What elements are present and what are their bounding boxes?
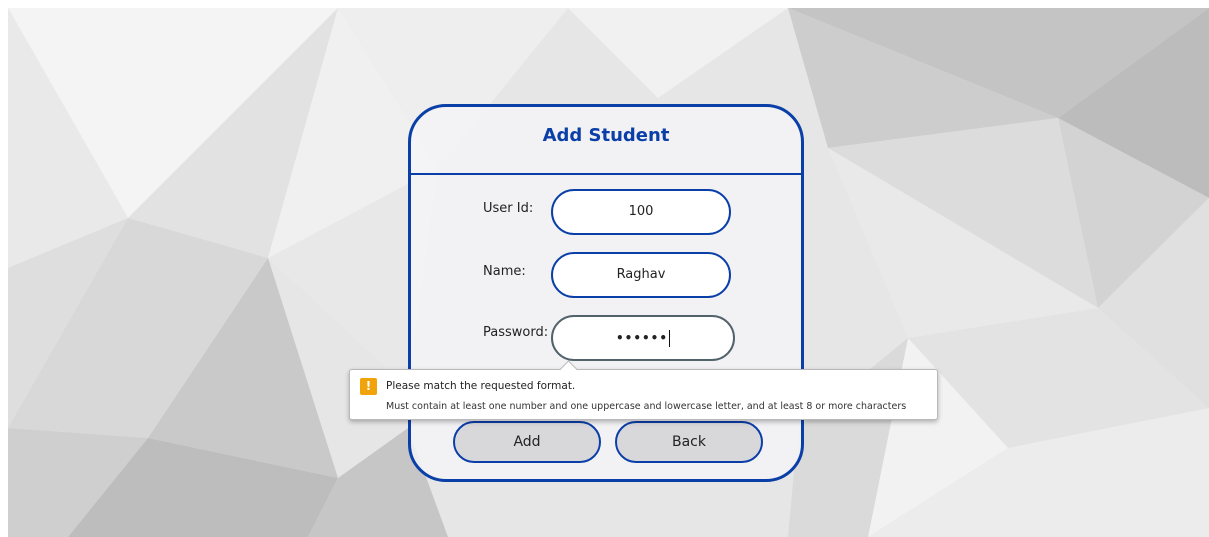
page-background: Add Student User Id: 100 Name: Raghav Pa… bbox=[8, 8, 1209, 537]
warning-icon: ! bbox=[360, 378, 377, 395]
add-student-card: Add Student User Id: 100 Name: Raghav Pa… bbox=[408, 104, 804, 482]
back-button[interactable]: Back bbox=[615, 421, 763, 463]
user-id-value: 100 bbox=[628, 204, 654, 219]
tooltip-detail: Must contain at least one number and one… bbox=[386, 401, 907, 412]
card-title: Add Student bbox=[542, 125, 670, 146]
text-caret bbox=[669, 330, 671, 347]
password-label: Password: bbox=[483, 325, 549, 340]
name-input[interactable]: Raghav bbox=[551, 252, 731, 298]
title-divider bbox=[411, 173, 801, 175]
name-value: Raghav bbox=[616, 267, 666, 282]
password-input[interactable]: •••••• bbox=[551, 315, 735, 361]
name-label: Name: bbox=[483, 264, 526, 279]
validation-tooltip: ! Please match the requested format. Mus… bbox=[349, 360, 938, 420]
tooltip-message: Please match the requested format. bbox=[386, 380, 576, 392]
password-masked-value: •••••• bbox=[615, 331, 669, 345]
user-id-label: User Id: bbox=[483, 201, 534, 216]
user-id-input[interactable]: 100 bbox=[551, 189, 731, 235]
add-button[interactable]: Add bbox=[453, 421, 601, 463]
